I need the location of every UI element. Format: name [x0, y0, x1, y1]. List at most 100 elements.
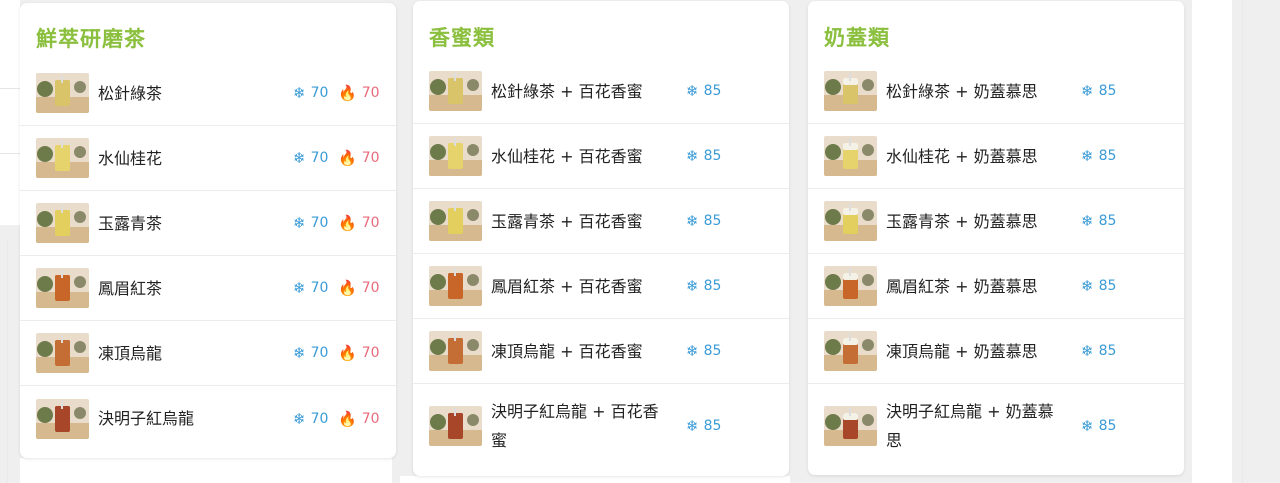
flame-icon: 🔥 — [338, 279, 357, 297]
snowflake-icon: ❄ — [1081, 417, 1094, 435]
menu-item[interactable]: 玉露青茶 + 百花香蜜 ❄ 85 — [413, 189, 789, 254]
menu-card-honey: 香蜜類 松針綠茶 + 百花香蜜 ❄ 85 水仙桂花 + 百花香蜜 ❄ 85 玉露青茶… — [413, 1, 789, 476]
menu-item[interactable]: 鳳眉紅茶 ❄ 70 🔥 70 — [20, 256, 396, 321]
snowflake-icon: ❄ — [293, 84, 306, 102]
drink-photo — [36, 398, 89, 439]
cold-price: ❄ 85 — [686, 277, 721, 295]
menu-card-milk-foam: 奶蓋類 松針綠茶 + 奶蓋慕思 ❄ 85 水仙桂花 + 奶蓋慕思 ❄ 85 玉露青茶… — [808, 1, 1184, 475]
item-name: 決明子紅烏龍 + 奶蓋慕思 — [886, 402, 1054, 450]
cold-price-value: 85 — [703, 278, 722, 294]
cold-price: ❄ 70 — [293, 279, 328, 297]
menu-item[interactable]: 凍頂烏龍 ❄ 70 🔥 70 — [20, 321, 396, 386]
drink-photo — [36, 203, 89, 243]
drink-photo — [824, 406, 877, 446]
snowflake-icon: ❄ — [1081, 212, 1094, 230]
drink-photo — [429, 266, 482, 306]
cold-price: ❄ 85 — [1081, 147, 1116, 165]
page-background-bottom — [400, 476, 790, 483]
hot-price-value: 70 — [361, 280, 380, 296]
cold-price-value: 70 — [310, 410, 329, 427]
hot-price-value: 70 — [361, 410, 380, 427]
hot-price: 🔥 70 — [338, 149, 380, 167]
drink-photo — [429, 136, 482, 176]
item-name: 凍頂烏龍 — [98, 343, 163, 363]
card-title: 鮮萃研磨茶 — [36, 27, 146, 51]
drink-photo — [824, 331, 877, 371]
cold-price-value: 85 — [703, 148, 722, 164]
cold-price: ❄ 85 — [1081, 342, 1116, 360]
page-background-bottom — [20, 458, 392, 483]
cold-price: ❄ 85 — [1081, 212, 1116, 230]
snowflake-icon: ❄ — [293, 344, 306, 362]
menu-list: 松針綠茶 ❄ 70 🔥 70 水仙桂花 ❄ 70 🔥 70 玉露青茶 ❄ 70 🔥 70 鳳… — [20, 61, 396, 451]
cold-price-value: 85 — [1098, 213, 1117, 229]
menu-item[interactable]: 松針綠茶 ❄ 70 🔥 70 — [20, 61, 396, 126]
hot-price-value: 70 — [361, 345, 380, 361]
item-name: 鳳眉紅茶 + 百花香蜜 — [491, 276, 643, 296]
menu-item[interactable]: 決明子紅烏龍 + 百花香蜜 ❄ 85 — [413, 384, 789, 468]
menu-item[interactable]: 鳳眉紅茶 + 奶蓋慕思 ❄ 85 — [808, 254, 1184, 319]
card-title: 奶蓋類 — [824, 26, 890, 50]
menu-list: 松針綠茶 + 百花香蜜 ❄ 85 水仙桂花 + 百花香蜜 ❄ 85 玉露青茶 + 百… — [413, 59, 789, 468]
snowflake-icon: ❄ — [293, 279, 306, 297]
cold-price-value: 70 — [310, 345, 329, 361]
divider — [0, 88, 20, 89]
drink-photo — [429, 406, 482, 446]
menu-item[interactable]: 松針綠茶 + 奶蓋慕思 ❄ 85 — [808, 59, 1184, 124]
menu-item[interactable]: 玉露青茶 ❄ 70 🔥 70 — [20, 191, 396, 256]
item-name: 松針綠茶 + 百花香蜜 — [491, 81, 643, 101]
drink-photo — [429, 71, 482, 111]
item-name: 凍頂烏龍 + 百花香蜜 — [491, 341, 643, 361]
cold-price-value: 70 — [310, 215, 329, 231]
menu-item[interactable]: 凍頂烏龍 + 百花香蜜 ❄ 85 — [413, 319, 789, 384]
cold-price: ❄ 85 — [686, 147, 721, 165]
cold-price-value: 85 — [1098, 148, 1117, 164]
page-background-left — [0, 0, 20, 225]
cold-price-value: 85 — [703, 213, 722, 229]
hot-price: 🔥 70 — [338, 84, 380, 102]
item-name: 松針綠茶 — [98, 83, 163, 103]
snowflake-icon: ❄ — [1081, 82, 1094, 100]
menu-item[interactable]: 水仙桂花 + 奶蓋慕思 ❄ 85 — [808, 124, 1184, 189]
page-background-right — [1192, 0, 1232, 483]
snowflake-icon: ❄ — [686, 82, 699, 100]
hot-price-value: 70 — [361, 85, 380, 101]
item-name: 玉露青茶 — [98, 213, 163, 233]
cold-price-value: 70 — [310, 85, 329, 101]
divider — [1242, 0, 1243, 483]
hot-price: 🔥 70 — [338, 279, 380, 297]
hot-price: 🔥 70 — [338, 214, 380, 232]
item-name: 水仙桂花 — [98, 148, 163, 168]
menu-item[interactable]: 鳳眉紅茶 + 百花香蜜 ❄ 85 — [413, 254, 789, 319]
item-name: 玉露青茶 + 奶蓋慕思 — [886, 211, 1038, 231]
item-name: 凍頂烏龍 + 奶蓋慕思 — [886, 341, 1038, 361]
drink-photo — [824, 136, 877, 176]
menu-item[interactable]: 決明子紅烏龍 ❄ 70 🔥 70 — [20, 386, 396, 451]
drink-photo — [824, 266, 877, 306]
menu-item[interactable]: 玉露青茶 + 奶蓋慕思 ❄ 85 — [808, 189, 1184, 254]
cold-price-value: 85 — [1098, 343, 1117, 359]
cold-price-value: 85 — [1098, 418, 1117, 434]
item-name: 鳳眉紅茶 + 奶蓋慕思 — [886, 276, 1038, 296]
cold-price: ❄ 85 — [686, 82, 721, 100]
snowflake-icon: ❄ — [686, 277, 699, 295]
drink-photo — [824, 71, 877, 111]
flame-icon: 🔥 — [338, 344, 357, 362]
divider — [7, 240, 8, 483]
menu-item[interactable]: 凍頂烏龍 + 奶蓋慕思 ❄ 85 — [808, 319, 1184, 384]
flame-icon: 🔥 — [338, 214, 357, 232]
menu-item[interactable]: 水仙桂花 + 百花香蜜 ❄ 85 — [413, 124, 789, 189]
snowflake-icon: ❄ — [293, 409, 306, 428]
item-name: 決明子紅烏龍 — [98, 409, 195, 428]
item-name: 決明子紅烏龍 + 百花香蜜 — [491, 402, 659, 450]
item-name: 水仙桂花 + 百花香蜜 — [491, 146, 643, 166]
menu-item[interactable]: 松針綠茶 + 百花香蜜 ❄ 85 — [413, 59, 789, 124]
menu-item[interactable]: 決明子紅烏龍 + 奶蓋慕思 ❄ 85 — [808, 384, 1184, 468]
flame-icon: 🔥 — [338, 84, 357, 102]
snowflake-icon: ❄ — [293, 149, 306, 167]
menu-item[interactable]: 水仙桂花 ❄ 70 🔥 70 — [20, 126, 396, 191]
item-name: 玉露青茶 + 百花香蜜 — [491, 211, 643, 231]
cold-price-value: 85 — [703, 343, 722, 359]
cold-price: ❄ 85 — [1081, 277, 1116, 295]
snowflake-icon: ❄ — [686, 147, 699, 165]
